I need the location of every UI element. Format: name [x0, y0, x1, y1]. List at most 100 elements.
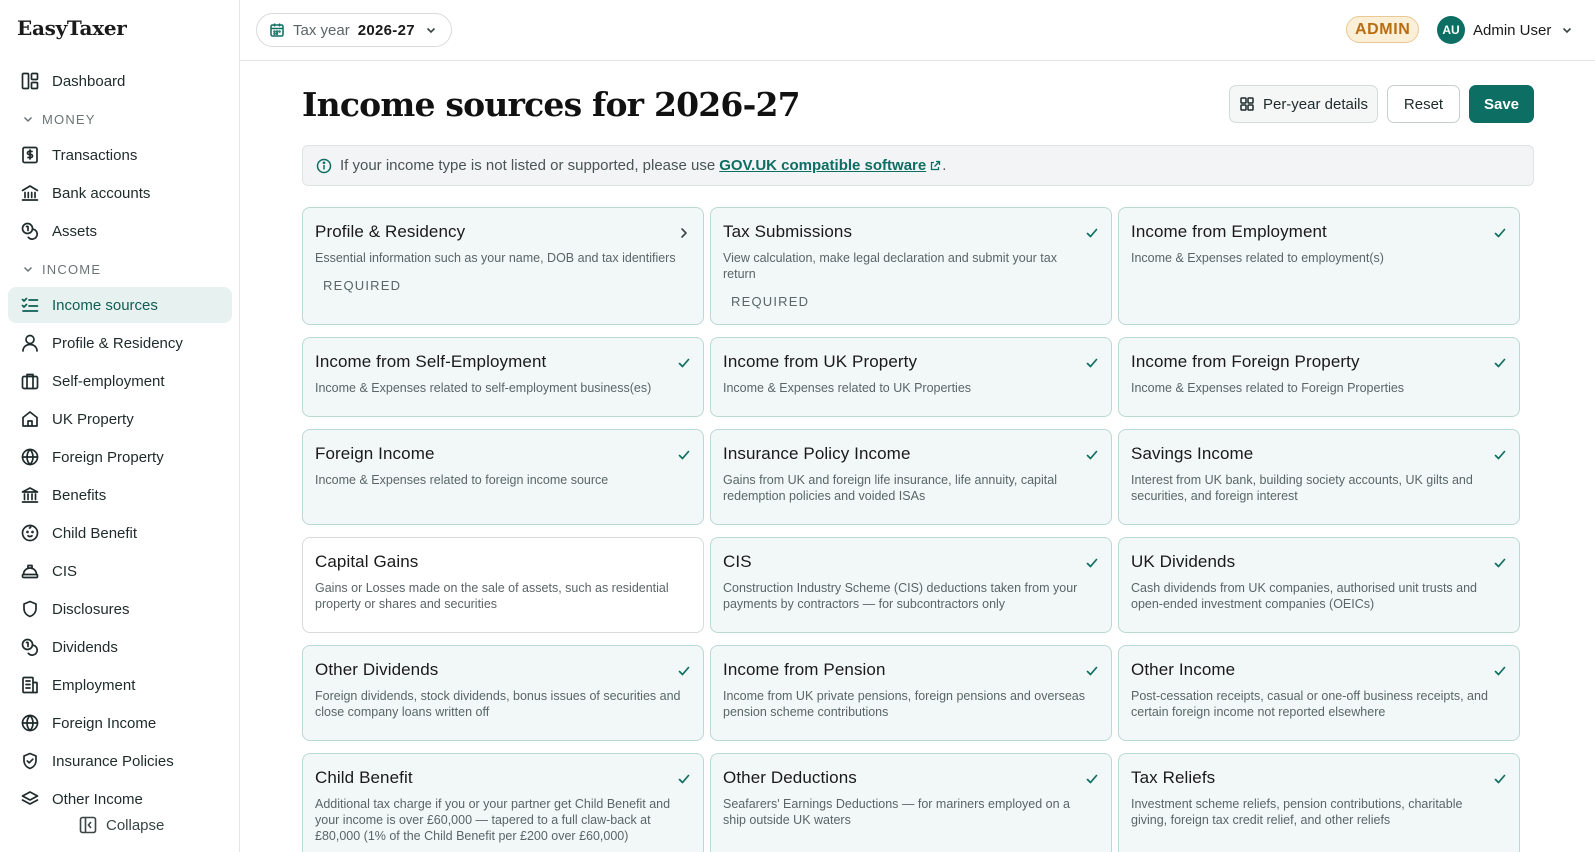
card-title: Income from UK Property	[723, 352, 918, 371]
sidebar-item-label: Disclosures	[52, 600, 130, 618]
card-description: Investment scheme reliefs, pension contr…	[1131, 797, 1463, 827]
sidebar-item-uk-property[interactable]: UK Property	[8, 401, 232, 437]
card-title: UK Dividends	[1131, 552, 1236, 571]
card-savings-income[interactable]: Savings Income Interest from UK bank, bu…	[1118, 429, 1520, 525]
card-title: Insurance Policy Income	[723, 444, 911, 463]
check-icon	[1493, 448, 1507, 462]
check-icon	[677, 356, 691, 370]
card-description: Interest from UK bank, building society …	[1131, 473, 1473, 503]
card-insurance-policy-income[interactable]: Insurance Policy Income Gains from UK an…	[710, 429, 1112, 525]
card-description: Gains or Losses made on the sale of asse…	[315, 581, 669, 611]
card-profile-and-residency[interactable]: Profile & Residency Essential informatio…	[302, 207, 704, 325]
card-income-from-self-employment[interactable]: Income from Self-Employment Income & Exp…	[302, 337, 704, 417]
sidebar-item-assets[interactable]: Assets	[8, 213, 232, 249]
sidebar-item-insurance-policies[interactable]: Insurance Policies	[8, 743, 232, 779]
sidebar-item-cis[interactable]: CIS	[8, 553, 232, 589]
card-title: Income from Pension	[723, 660, 886, 679]
sidebar-item-transactions[interactable]: Transactions	[8, 137, 232, 173]
card-description: Cash dividends from UK companies, author…	[1131, 581, 1478, 611]
card-title: Income from Foreign Property	[1131, 352, 1360, 371]
card-title: Profile & Residency	[315, 222, 466, 241]
user-icon	[20, 333, 40, 353]
sidebar-item-other-income[interactable]: Other Income	[8, 781, 232, 806]
card-capital-gains[interactable]: Capital Gains Gains or Losses made on th…	[302, 537, 704, 633]
reset-button[interactable]: Reset	[1387, 85, 1460, 123]
sidebar-collapse-icon	[78, 815, 98, 835]
card-cis[interactable]: CIS Construction Industry Scheme (CIS) d…	[710, 537, 1112, 633]
sidebar-item-child-benefit[interactable]: Child Benefit	[8, 515, 232, 551]
gov-uk-software-link[interactable]: GOV.UK compatible software	[719, 157, 926, 174]
hard-hat-icon	[20, 561, 40, 581]
user-menu[interactable]: AU Admin User	[1437, 15, 1573, 45]
sidebar-item-dividends[interactable]: Dividends	[8, 629, 232, 665]
card-title: Income from Self-Employment	[315, 352, 547, 371]
card-income-from-employment[interactable]: Income from Employment Income & Expenses…	[1118, 207, 1520, 325]
globe-icon	[20, 447, 40, 467]
sidebar-item-foreign-property[interactable]: Foreign Property	[8, 439, 232, 475]
card-description: View calculation, make legal declaration…	[723, 251, 1057, 281]
card-description: Additional tax charge if you or your par…	[315, 797, 671, 843]
grid-icon	[1239, 96, 1255, 112]
sidebar-item-label: Benefits	[52, 486, 107, 504]
collapse-button[interactable]: Collapse	[78, 815, 164, 835]
tax-year-value: 2026-27	[357, 21, 415, 39]
card-tax-submissions[interactable]: Tax Submissions View calculation, make l…	[710, 207, 1112, 325]
per-year-details-label: Per-year details	[1262, 95, 1369, 113]
tax-year-selector[interactable]: Tax year 2026-27	[256, 13, 452, 47]
page-title: Income sources for 2026-27	[302, 85, 801, 124]
sidebar-item-dashboard[interactable]: Dashboard	[8, 63, 232, 99]
sidebar-item-employment[interactable]: Employment	[8, 667, 232, 703]
card-description: Gains from UK and foreign life insurance…	[723, 473, 1057, 503]
sidebar-item-profile-and-residency[interactable]: Profile & Residency	[8, 325, 232, 361]
sidebar-item-bank-accounts[interactable]: Bank accounts	[8, 175, 232, 211]
card-income-from-pension[interactable]: Income from Pension Income from UK priva…	[710, 645, 1112, 741]
sidebar-item-label: Bank accounts	[52, 184, 151, 202]
chevron-down-icon	[425, 24, 437, 36]
card-foreign-income[interactable]: Foreign Income Income & Expenses related…	[302, 429, 704, 525]
sidebar-item-disclosures[interactable]: Disclosures	[8, 591, 232, 627]
sidebar-item-label: Profile & Residency	[52, 334, 183, 352]
save-button[interactable]: Save	[1469, 85, 1534, 123]
sidebar-item-label: Employment	[52, 676, 136, 694]
sidebar-item-self-employment[interactable]: Self-employment	[8, 363, 232, 399]
check-icon	[677, 772, 691, 786]
bank-icon	[20, 183, 40, 203]
home-icon	[20, 409, 40, 429]
app-logo[interactable]: EasyTaxer	[17, 16, 127, 40]
card-uk-dividends[interactable]: UK Dividends Cash dividends from UK comp…	[1118, 537, 1520, 633]
sidebar-item-foreign-income[interactable]: Foreign Income	[8, 705, 232, 741]
card-other-dividends[interactable]: Other Dividends Foreign dividends, stock…	[302, 645, 704, 741]
topbar: Tax year 2026-27 ADMIN AU Admin User	[240, 0, 1595, 61]
sidebar-item-income-sources[interactable]: Income sources	[8, 287, 232, 323]
sidebar: EasyTaxer Dashboard MONEY Transactions Bank…	[0, 0, 240, 852]
card-title: Other Income	[1131, 660, 1236, 679]
card-title: Income from Employment	[1131, 222, 1327, 241]
per-year-details-button[interactable]: Per-year details	[1229, 85, 1378, 123]
check-icon	[1085, 556, 1099, 570]
card-income-from-foreign-property[interactable]: Income from Foreign Property Income & Ex…	[1118, 337, 1520, 417]
nav-section-label: INCOME	[42, 261, 102, 277]
sidebar-item-label: Other Income	[52, 790, 143, 807]
card-other-deductions[interactable]: Other Deductions Seafarers' Earnings Ded…	[710, 753, 1112, 852]
card-title: Other Deductions	[723, 768, 857, 787]
info-text: If your income type is not listed or sup…	[340, 157, 716, 174]
card-title: Foreign Income	[315, 444, 435, 463]
card-child-benefit[interactable]: Child Benefit Additional tax charge if y…	[302, 753, 704, 852]
required-label: REQUIRED	[731, 294, 810, 309]
card-title: Tax Submissions	[723, 222, 853, 241]
sidebar-item-label: Foreign Property	[52, 448, 164, 466]
nav-section-income[interactable]: INCOME	[8, 251, 232, 287]
card-title: Tax Reliefs	[1131, 768, 1216, 787]
sidebar-item-benefits[interactable]: Benefits	[8, 477, 232, 513]
check-icon	[1493, 772, 1507, 786]
sidebar-item-label: Dashboard	[52, 72, 126, 90]
coins-icon	[20, 221, 40, 241]
check-icon	[1085, 448, 1099, 462]
card-title: Child Benefit	[315, 768, 413, 787]
card-tax-reliefs[interactable]: Tax Reliefs Investment scheme reliefs, p…	[1118, 753, 1520, 852]
shield-icon	[20, 599, 40, 619]
card-other-income[interactable]: Other Income Post-cessation receipts, ca…	[1118, 645, 1520, 741]
nav-section-money[interactable]: MONEY	[8, 101, 232, 137]
card-income-from-uk-property[interactable]: Income from UK Property Income & Expense…	[710, 337, 1112, 417]
sidebar-item-label: Dividends	[52, 638, 118, 656]
